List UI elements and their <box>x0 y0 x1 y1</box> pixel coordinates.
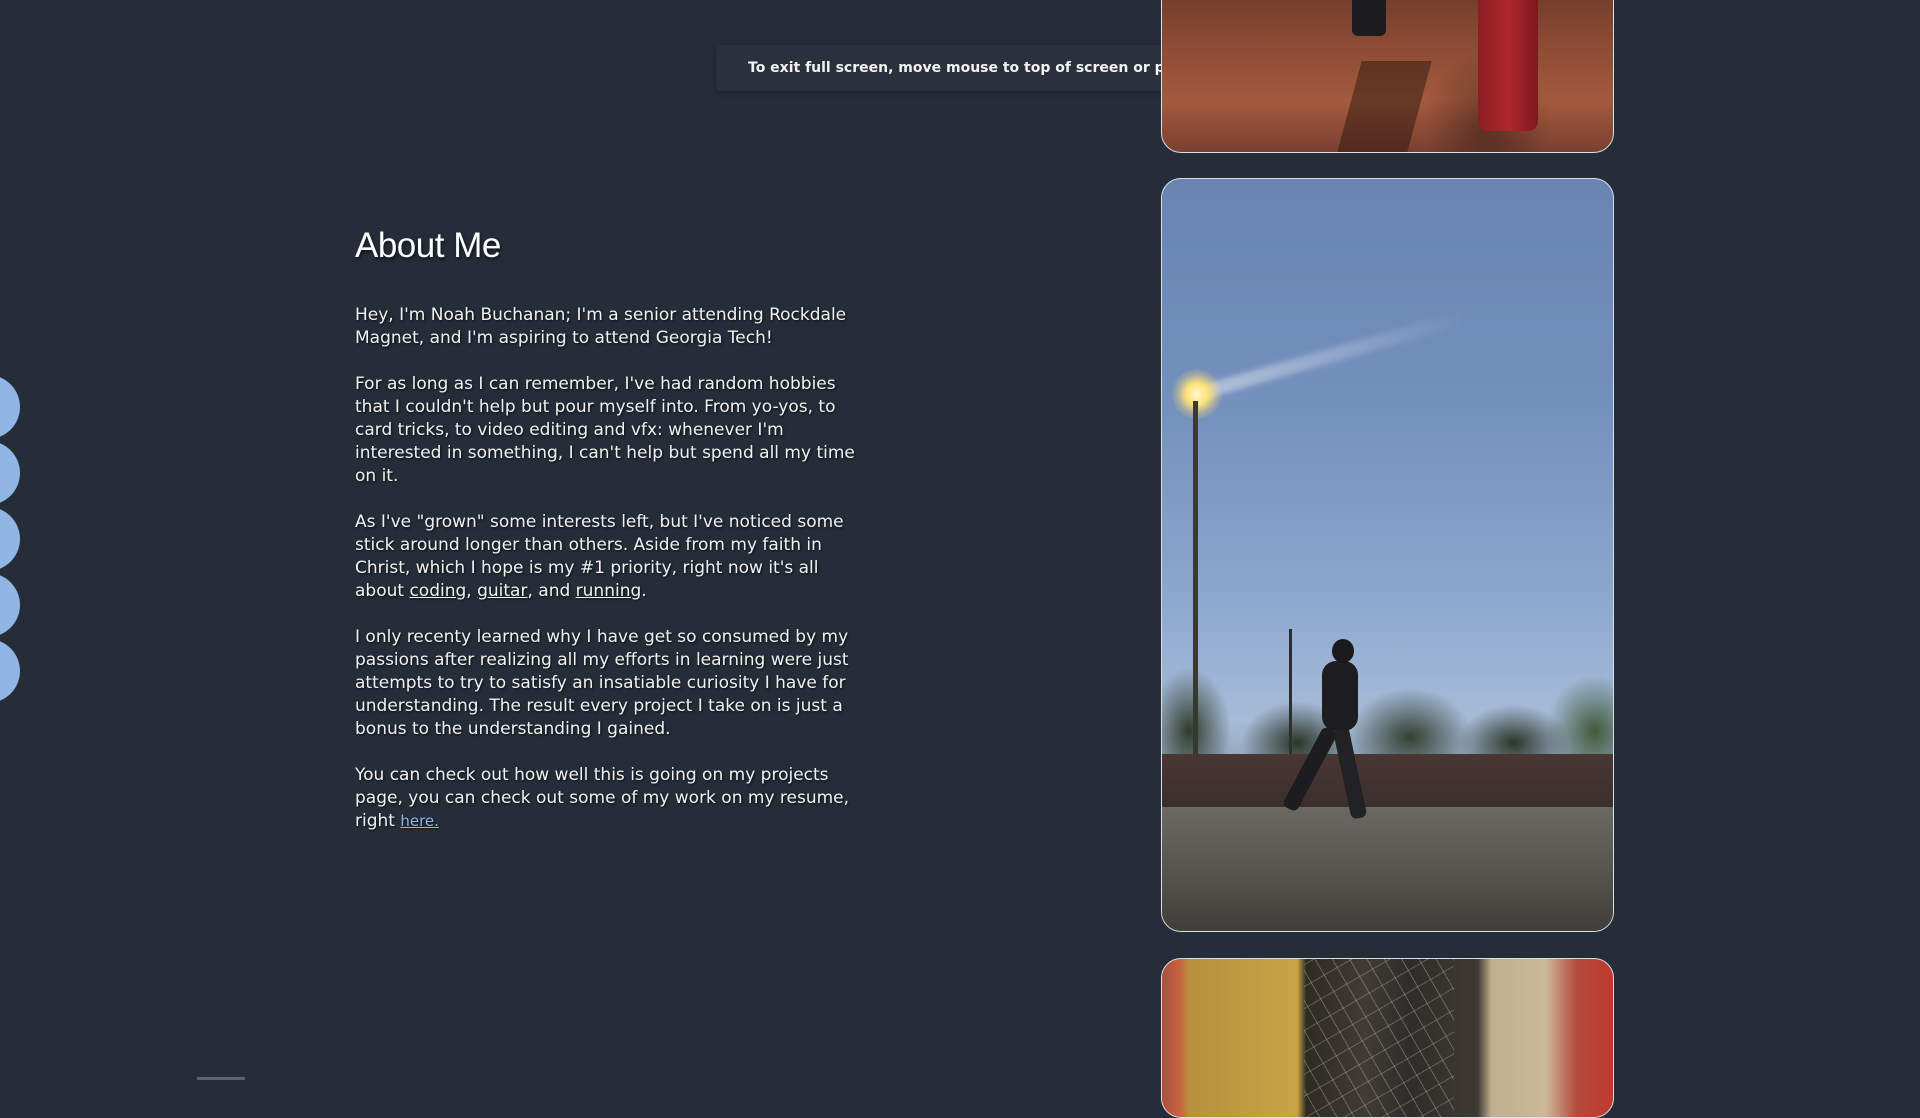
side-nav-bubbles <box>0 375 22 705</box>
interests-separator-2: , and <box>527 581 576 601</box>
about-paragraph-curiosity: I only recenty learned why I have get so… <box>355 627 849 739</box>
side-nav-bubble-4[interactable] <box>0 573 20 637</box>
interests-end: . <box>641 581 647 601</box>
resume-link[interactable]: here. <box>400 812 439 830</box>
about-paragraph-interests: As I've "grown" some interests left, but… <box>355 511 865 603</box>
about-title: About Me <box>355 226 501 265</box>
fullscreen-notice-text: To exit full screen, move mouse to top o… <box>748 60 1198 76</box>
about-paragraph-intro: Hey, I'm Noah Buchanan; I'm a senior att… <box>355 305 847 348</box>
side-nav-bubble-3[interactable] <box>0 507 20 571</box>
about-paragraph-resume: You can check out how well this is going… <box>355 764 865 833</box>
night-runner-photo <box>1161 178 1614 932</box>
coding-link[interactable]: coding <box>409 581 466 601</box>
side-nav-bubble-5[interactable] <box>0 639 20 703</box>
side-nav-bubble-1[interactable] <box>0 375 20 439</box>
side-nav-bubble-2[interactable] <box>0 441 20 505</box>
about-paragraph-hobbies: For as long as I can remember, I've had … <box>355 374 855 486</box>
fullscreen-exit-notice: To exit full screen, move mouse to top o… <box>716 45 1248 91</box>
about-section: About Me Hey, I'm Noah Buchanan; I'm a s… <box>355 222 865 856</box>
guitar-link[interactable]: guitar <box>477 581 527 601</box>
stained-glass-church-photo <box>1161 958 1614 1118</box>
running-link[interactable]: running <box>576 581 642 601</box>
interests-separator-1: , <box>466 581 478 601</box>
runner-silhouette <box>1281 639 1382 829</box>
red-pants-pavement-photo <box>1161 0 1614 153</box>
